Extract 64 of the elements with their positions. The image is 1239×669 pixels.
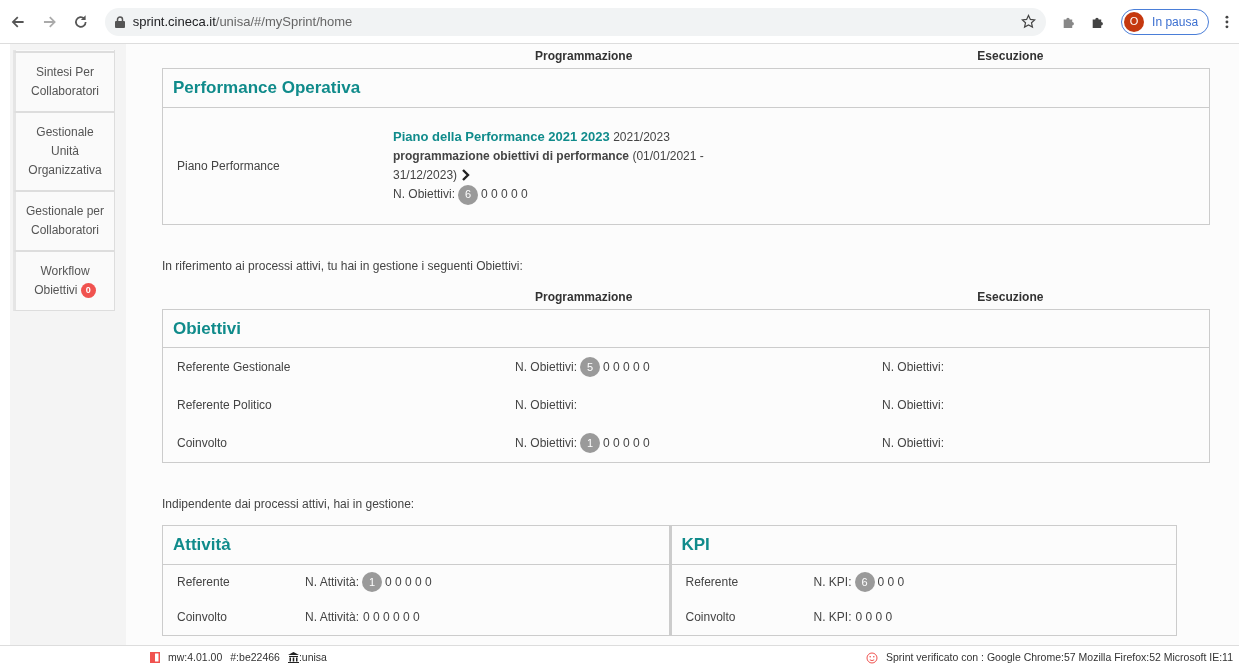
section-title: Performance Operativa: [163, 69, 1209, 108]
count-digits: 0 0 0 0 0: [385, 574, 432, 591]
chevron-icon[interactable]: [461, 169, 471, 181]
sidebar-item[interactable]: Gestionale per Collaboratori: [13, 191, 115, 251]
count-label: N. Obiettivi:: [515, 397, 577, 414]
intro-text: In riferimento ai processi attivi, tu hai in gestione i seguenti Obiettivi:: [162, 257, 524, 275]
row-label: Coinvolto: [177, 436, 228, 450]
date-text: 31/12/2023): [393, 166, 458, 184]
logo-icon: [150, 652, 160, 663]
count-label: N. KPI:: [813, 574, 852, 591]
build-text: #:be22466: [230, 649, 280, 665]
row-label: Referente Politico: [177, 398, 272, 412]
intro-text: Indipendente dai processi attivi, hai in gestione:: [162, 496, 416, 513]
plan-link[interactable]: Piano della Performance 2021 2023: [393, 128, 610, 144]
bank-icon: [287, 652, 299, 663]
count-digits: 0 0 0: [877, 574, 905, 591]
tenant-text: :unisa: [298, 649, 327, 665]
sidebar-item[interactable]: Sintesi Per Collaboratori: [13, 52, 115, 112]
count-label: N. KPI:: [813, 609, 852, 626]
count-label: N. Obiettivi:: [515, 435, 577, 452]
count-label: N. Obiettivi:: [882, 359, 944, 376]
count-digits: 0 0 0 0: [855, 609, 893, 626]
row-label: Coinvolto: [177, 610, 228, 624]
program-text: programmazione obiettivi di performance (01/01/2021 -: [393, 148, 704, 163]
smiley-icon: [865, 651, 878, 664]
count-digits: 0 0 0 0 0 0: [363, 609, 420, 626]
count-badge: 5: [580, 357, 600, 377]
count-digits: 0 0 0 0 0: [603, 435, 650, 452]
row-label: Referente Gestionale: [177, 360, 291, 374]
count-badge: 1: [362, 572, 383, 592]
period-text: 2021/2023: [613, 129, 670, 144]
section-title: Obiettivi: [163, 309, 1209, 348]
row-label: Referente: [177, 575, 230, 589]
column-header: Programmazione: [535, 48, 633, 65]
count-label: N. Obiettivi:: [393, 186, 455, 203]
count-badge: 6: [854, 572, 875, 592]
compatibility-text: Sprint verificato con : Google Chrome:57 Mozilla Firefox:52 Microsoft IE:11: [885, 649, 1233, 665]
section-title: KPI: [671, 526, 1176, 565]
count-label: N. Obiettivi:: [882, 397, 944, 414]
count-digits: 0 0 0 0 0: [603, 359, 650, 376]
column-header: Esecuzione: [977, 288, 1044, 306]
sidebar-item[interactable]: Gestionale Unità Organizzativa: [13, 112, 115, 191]
count-digits: 0 0 0 0 0: [481, 186, 528, 203]
sidebar-item[interactable]: Workflow Obiettivi 0: [13, 251, 115, 311]
row-label: Coinvolto: [685, 610, 736, 624]
count-badge: 1: [580, 433, 600, 453]
star-icon[interactable]: [1020, 14, 1036, 29]
count-label: N. Attività:: [305, 574, 360, 591]
column-header: Programmazione: [535, 288, 633, 306]
column-header: Esecuzione: [977, 48, 1044, 65]
row-label: Piano Performance: [177, 158, 280, 173]
count-label: N. Obiettivi:: [515, 359, 577, 376]
row-label: Referente: [685, 575, 739, 589]
section-title: Attività: [163, 526, 669, 565]
reload-icon[interactable]: [73, 13, 89, 30]
url-text: sprint.cineca.it/unisa/#/mySprint/home: [132, 12, 353, 31]
lock-icon: [114, 15, 125, 28]
version-text: mw:4.01.00: [168, 649, 223, 665]
count-label: N. Obiettivi:: [882, 435, 944, 452]
count-badge: 6: [458, 184, 478, 205]
count-badge: 0: [80, 283, 96, 299]
address-bar[interactable]: sprint.cineca.it/unisa/#/mySprint/home: [104, 7, 1046, 36]
count-label: N. Attività:: [305, 609, 360, 626]
menu-icon[interactable]: [1225, 14, 1229, 29]
